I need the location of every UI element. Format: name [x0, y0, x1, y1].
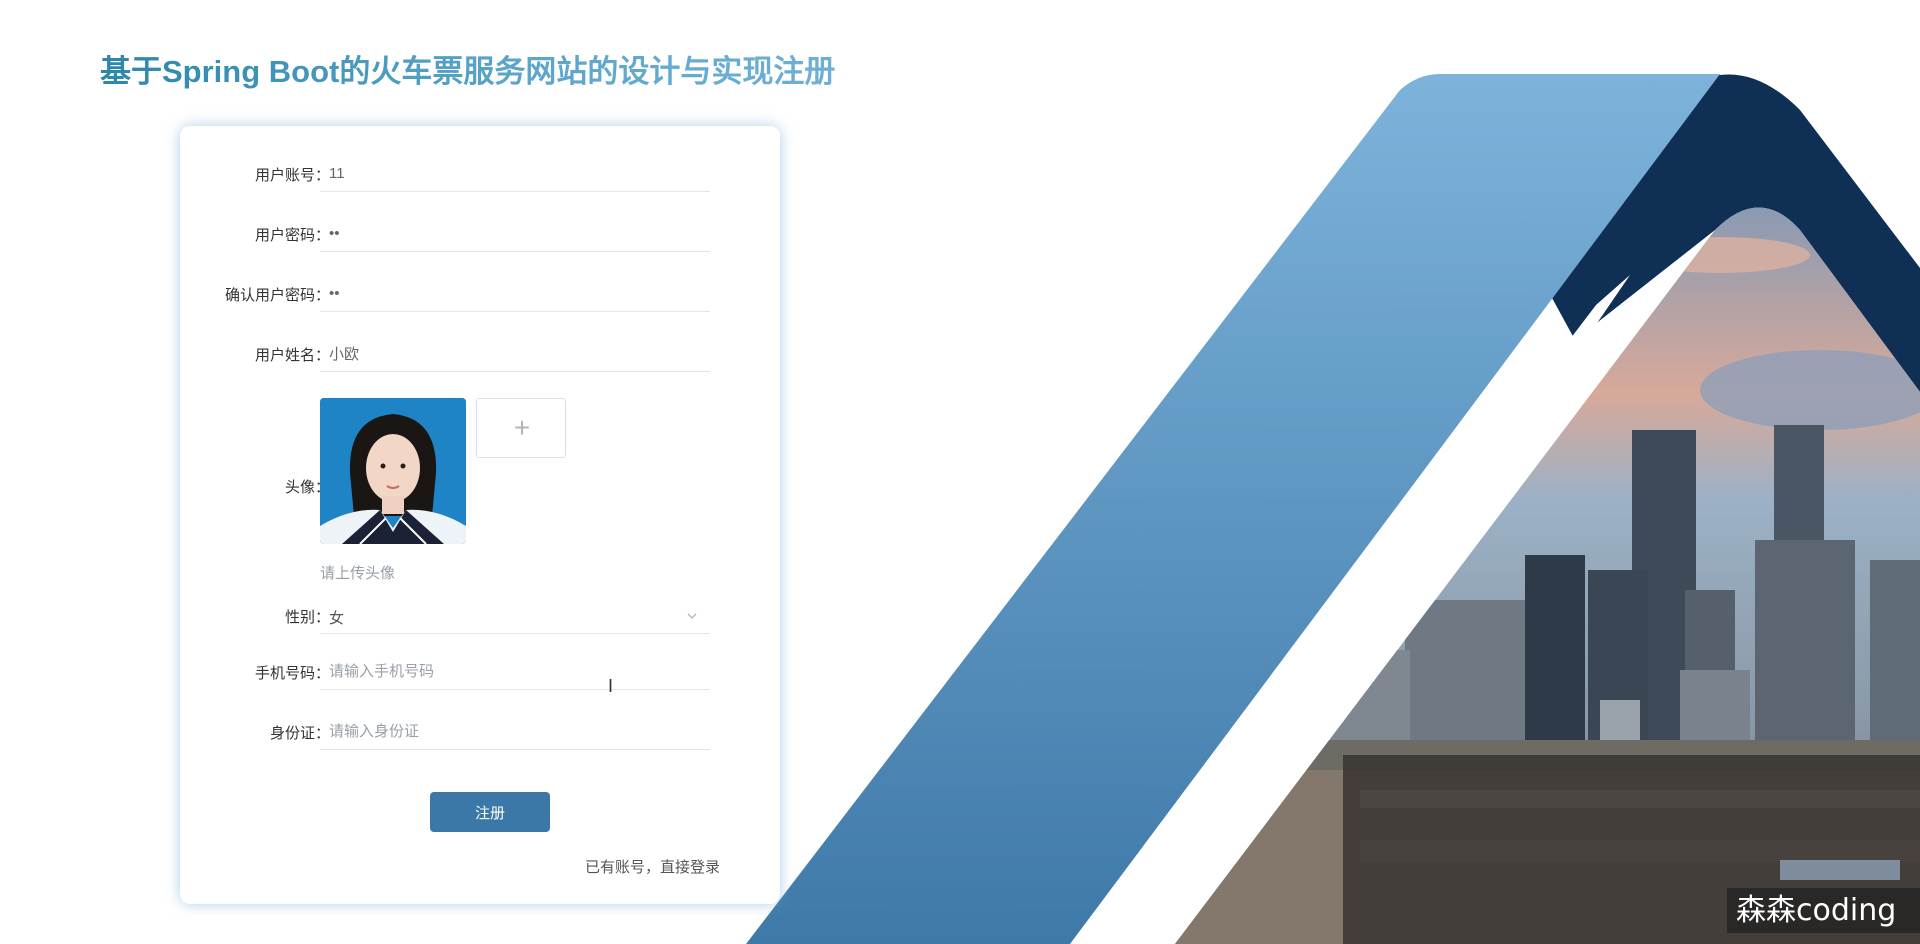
real-name-row: 用户姓名： — [180, 306, 780, 372]
real-name-label: 用户姓名： — [254, 347, 330, 364]
phone-input[interactable] — [320, 654, 710, 690]
account-row: 用户账号： — [180, 126, 780, 192]
page-title: 基于Spring Boot的火车票服务网站的设计与实现注册 — [100, 46, 835, 91]
avatar-label: 头像： — [284, 479, 330, 496]
phone-label: 手机号码： — [254, 665, 330, 682]
gender-selected-value: 女 — [329, 610, 345, 627]
confirm-password-label: 确认用户密码： — [224, 287, 330, 304]
password-label: 用户密码： — [254, 227, 330, 244]
register-form-card: 用户账号： 用户密码： 确认用户密码： 用户姓名： 头像： — [180, 126, 780, 904]
avatar-image[interactable] — [320, 398, 466, 544]
id-card-label: 身份证： — [269, 725, 330, 742]
real-name-input[interactable] — [320, 336, 710, 372]
id-card-input[interactable] — [320, 714, 710, 750]
avatar-upload-tip: 请上传头像 — [320, 565, 396, 582]
password-row: 用户密码： — [180, 186, 780, 252]
gender-select[interactable]: 女 — [320, 598, 710, 634]
text-cursor-icon: I — [608, 676, 614, 696]
avatar-portrait — [320, 398, 466, 544]
watermark: 森森coding — [1727, 888, 1920, 933]
chevron-down-icon — [687, 613, 697, 619]
plus-icon: + — [513, 412, 531, 443]
register-page: 基于Spring Boot的火车票服务网站的设计与实现注册 用户账号： 用户密码… — [0, 0, 1920, 944]
register-button[interactable]: 注册 — [430, 792, 550, 832]
avatar-upload-button[interactable]: + — [476, 398, 566, 458]
gender-label: 性别： — [284, 609, 330, 626]
account-label: 用户账号： — [254, 167, 330, 184]
confirm-password-row: 确认用户密码： — [180, 246, 780, 312]
login-link[interactable]: 已有账号，直接登录 — [585, 856, 720, 877]
